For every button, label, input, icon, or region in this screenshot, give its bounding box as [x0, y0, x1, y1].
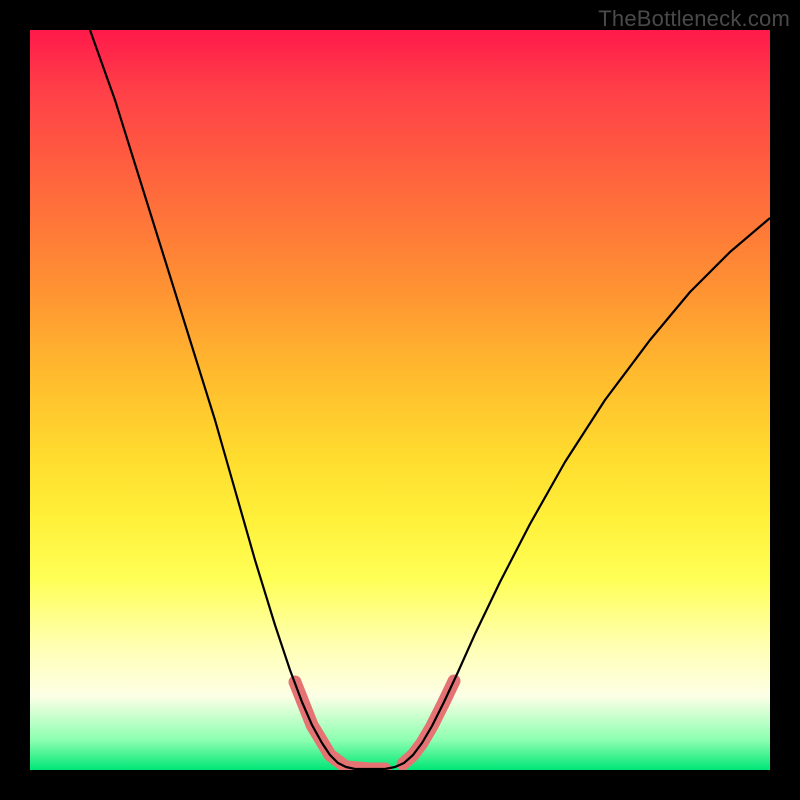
- watermark-text: TheBottleneck.com: [598, 6, 790, 32]
- curve-layer: [30, 30, 770, 770]
- highlight-right-segment: [403, 681, 454, 764]
- highlight-left-segment: [295, 682, 385, 769]
- bottleneck-curve: [90, 30, 770, 769]
- plot-area: [30, 30, 770, 770]
- chart-frame: TheBottleneck.com: [0, 0, 800, 800]
